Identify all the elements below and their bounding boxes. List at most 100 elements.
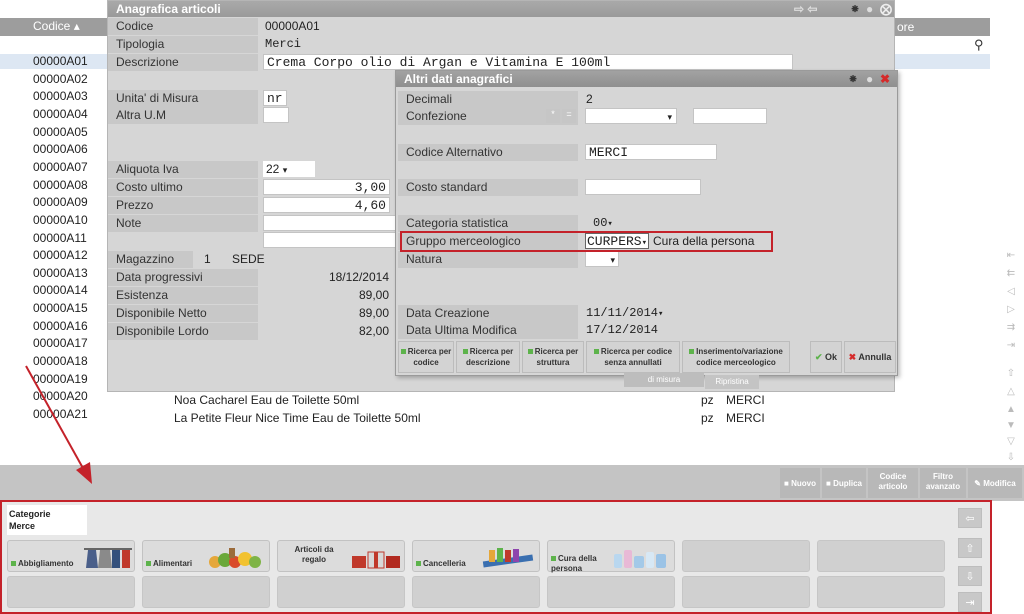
- nav-next-icon[interactable]: ▷: [1000, 304, 1022, 315]
- category-tile-alimentari[interactable]: Alimentari: [142, 540, 270, 572]
- list-item-code[interactable]: 00000A01: [33, 53, 113, 71]
- magazzino-name: SEDE: [232, 252, 265, 266]
- category-tile-abbigliamento[interactable]: Abbigliamento: [7, 540, 135, 572]
- disp-lordo-value: 82,00: [358, 324, 389, 338]
- list-item-code[interactable]: 00000A03: [33, 88, 113, 106]
- list-item-code[interactable]: 00000A16: [33, 318, 113, 336]
- category-tile-cancelleria[interactable]: Cancelleria: [412, 540, 540, 572]
- panel-last-icon[interactable]: ⇥: [958, 592, 982, 612]
- category-tile-articoli-regalo[interactable]: Articoli da regalo: [277, 540, 405, 572]
- nav-last-icon[interactable]: ⇥: [1000, 340, 1022, 351]
- costo-standard-label: Costo standard: [398, 179, 578, 196]
- ok-button[interactable]: ✔ Ok: [810, 341, 842, 373]
- note-field-line2[interactable]: [263, 232, 398, 248]
- list-item-code[interactable]: 00000A12: [33, 247, 113, 265]
- filtro-avanzato-button[interactable]: Filtro avanzato: [920, 468, 966, 498]
- window-arrows-icon[interactable]: ⇨ ⇦: [794, 1, 817, 17]
- nav-down-icon[interactable]: ▽: [1000, 436, 1022, 447]
- nav-down-last-icon[interactable]: ⇩: [1000, 452, 1022, 463]
- minimize-icon[interactable]: ●: [866, 1, 873, 17]
- categorie-header: Categorie Merce: [7, 505, 87, 535]
- natura-select[interactable]: ▾: [585, 251, 619, 267]
- codice-articolo-button[interactable]: Codice articolo: [868, 468, 918, 498]
- category-tile-cura-persona[interactable]: Cura della persona: [547, 540, 675, 573]
- column-header-ore[interactable]: ore: [897, 20, 914, 34]
- pin-icon[interactable]: ⁕: [850, 1, 860, 17]
- ricerca-struttura-button[interactable]: Ricerca per struttura: [522, 341, 584, 373]
- list-row-tipologia: MERCI: [726, 411, 765, 425]
- green-marker-icon: [400, 349, 406, 354]
- panel-down-icon[interactable]: ⇩: [958, 566, 982, 586]
- list-item-code[interactable]: 00000A17: [33, 335, 113, 353]
- data-creazione-select[interactable]: 11/11/2014▾: [586, 305, 663, 322]
- nav-up-small-icon[interactable]: ▲: [1000, 404, 1022, 415]
- duplica-button[interactable]: ■ Duplica: [822, 468, 866, 498]
- column-header-codice[interactable]: Codice ▴: [33, 19, 80, 33]
- aliquota-select[interactable]: 22 ▾: [263, 161, 315, 177]
- list-item-code[interactable]: 00000A05: [33, 124, 113, 142]
- list-item-code[interactable]: 00000A09: [33, 194, 113, 212]
- list-row-desc[interactable]: La Petite Fleur Nice Time Eau de Toilett…: [174, 411, 421, 425]
- list-item-code[interactable]: 00000A04: [33, 106, 113, 124]
- list-item-code[interactable]: 00000A10: [33, 212, 113, 230]
- nav-first-icon[interactable]: ⇤: [1000, 250, 1022, 261]
- ripristina-button: Ripristina: [705, 375, 759, 389]
- magazzino-number: 1: [204, 252, 211, 266]
- list-row-um: pz: [701, 393, 714, 407]
- nav-down-small-icon[interactable]: ▼: [1000, 420, 1022, 431]
- categoria-statistica-select[interactable]: 00▾: [593, 215, 613, 232]
- list-row-tipologia: MERCI: [726, 393, 765, 407]
- nav-prev-icon[interactable]: ◁: [1000, 286, 1022, 297]
- ricerca-descrizione-button[interactable]: Ricerca per descrizione: [456, 341, 520, 373]
- codice-alternativo-field[interactable]: MERCI: [585, 144, 717, 160]
- pin-icon[interactable]: ⁕: [848, 71, 858, 87]
- list-item-code[interactable]: 00000A07: [33, 159, 113, 177]
- wildcard-button[interactable]: *: [546, 109, 560, 123]
- panel-back-icon[interactable]: ⇦: [958, 508, 982, 528]
- data-modifica-value: 17/12/2014: [586, 323, 659, 337]
- minimize-icon[interactable]: ●: [866, 71, 873, 87]
- category-tile-empty: [817, 540, 945, 572]
- list-item-code[interactable]: 00000A15: [33, 300, 113, 318]
- list-item-code[interactable]: 00000A08: [33, 177, 113, 195]
- close-icon[interactable]: ⨂: [880, 1, 892, 17]
- codice-label: Codice: [108, 18, 258, 35]
- inserimento-codice-button[interactable]: Inserimento/variazione codice merceologi…: [682, 341, 790, 373]
- prezzo-field[interactable]: 4,60: [263, 197, 390, 213]
- button-label: Ok: [825, 352, 838, 362]
- list-row-desc[interactable]: Noa Cacharel Eau de Toilette 50ml: [174, 393, 359, 407]
- equals-button[interactable]: =: [562, 109, 576, 123]
- costo-standard-field[interactable]: [585, 179, 701, 195]
- categoria-statistica-value: 00: [593, 216, 608, 230]
- list-item-code[interactable]: 00000A02: [33, 71, 113, 89]
- nav-next-page-icon[interactable]: ⇉: [1000, 322, 1022, 333]
- close-icon[interactable]: ✖: [880, 71, 890, 87]
- list-item-code[interactable]: 00000A13: [33, 265, 113, 283]
- category-tile-empty: [7, 576, 135, 608]
- um-field[interactable]: nr: [263, 90, 287, 106]
- confezione-field[interactable]: [693, 108, 767, 124]
- list-item-code[interactable]: 00000A14: [33, 282, 113, 300]
- note-field[interactable]: [263, 215, 398, 231]
- window-title: Anagrafica articoli: [116, 2, 221, 16]
- panel-first-icon[interactable]: ⇧: [958, 538, 982, 558]
- descrizione-field[interactable]: Crema Corpo olio di Argan e Vitamina E 1…: [263, 54, 793, 70]
- modifica-button[interactable]: ✎ Modifica: [968, 468, 1022, 498]
- annotation-arrow-icon: [25, 365, 92, 484]
- nav-up-icon[interactable]: △: [1000, 386, 1022, 397]
- nuovo-button[interactable]: ■ Nuovo: [780, 468, 820, 498]
- costo-ultimo-field[interactable]: 3,00: [263, 179, 390, 195]
- altra-um-field[interactable]: [263, 107, 289, 123]
- search-icon[interactable]: ⚲: [974, 37, 984, 53]
- data-progressivi-label: Data progressivi: [108, 269, 258, 286]
- list-item-code[interactable]: 00000A06: [33, 141, 113, 159]
- confezione-select[interactable]: ▾: [585, 108, 677, 124]
- codice-alternativo-label: Codice Alternativo: [398, 144, 578, 161]
- annulla-button[interactable]: ✖ Annulla: [844, 341, 896, 373]
- nav-prev-page-icon[interactable]: ⇇: [1000, 268, 1022, 279]
- ricerca-codice-button[interactable]: Ricerca per codice: [398, 341, 454, 373]
- list-item-code[interactable]: 00000A11: [33, 230, 113, 248]
- ricerca-annullati-button[interactable]: Ricerca per codice senza annullati: [586, 341, 680, 373]
- nav-up-first-icon[interactable]: ⇧: [1000, 368, 1022, 379]
- check-icon: ✔: [814, 352, 823, 362]
